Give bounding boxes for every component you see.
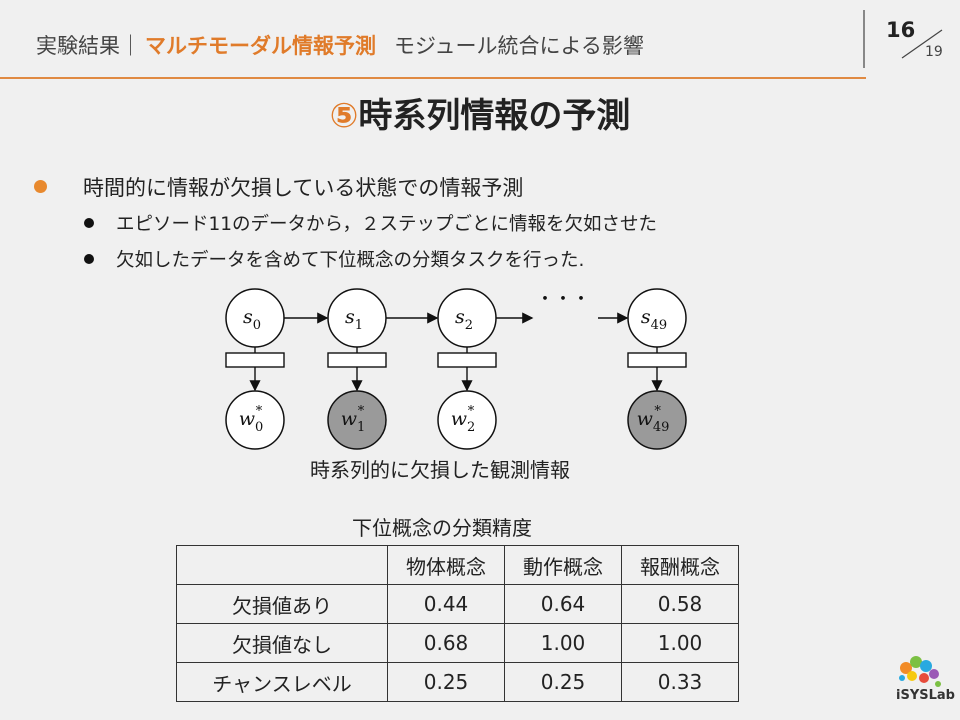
observation-node [437, 390, 497, 450]
state-label: s0 [243, 306, 261, 333]
bullet-level2: 欠如したデータを含めて下位概念の分類タスクを行った. [84, 246, 584, 272]
table-cell: 0.58 [621, 584, 739, 624]
bullet-level2-text: 欠如したデータを含めて下位概念の分類タスクを行った. [116, 250, 585, 271]
table-cell: 0.33 [621, 662, 739, 702]
state-node [327, 288, 387, 348]
emission-box [627, 352, 687, 368]
state-node [627, 288, 687, 348]
observation-node [225, 390, 285, 450]
bullet-level1: 時間的に情報が欠損している状態での情報予測 [34, 172, 523, 202]
missing-observation-node [327, 390, 387, 450]
logo-text: iSYSLab [896, 688, 955, 703]
table-cell: 0.25 [504, 662, 622, 702]
emission-box [327, 352, 387, 368]
header-vertical-divider [863, 10, 865, 68]
state-node [437, 288, 497, 348]
bullet-level2-text: エピソード11のデータから，２ステップごとに情報を欠如させた [116, 214, 657, 235]
table-title: 下位概念の分類精度 [352, 516, 532, 540]
table-cell: 0.44 [387, 584, 505, 624]
table-cell: 0.64 [504, 584, 622, 624]
diagram-caption: 時系列的に欠損した観測情報 [0, 454, 920, 483]
accuracy-table: 物体概念 動作概念 報酬概念 欠損値あり 0.44 0.64 0.58 欠損値な… [176, 545, 739, 702]
table-corner-cell [176, 545, 388, 585]
diagram-caption-text: 時系列的に欠損した観測情報 [310, 458, 570, 482]
header-prefix: 実験結果｜ [36, 34, 141, 58]
black-bullet-icon [84, 254, 94, 264]
column-header: 物体概念 [387, 545, 505, 585]
missing-observation-node [627, 390, 687, 450]
emission-box [437, 352, 497, 368]
table-cell: 1.00 [621, 623, 739, 663]
state-label: s1 [345, 306, 363, 333]
header-title: 実験結果｜ マルチモーダル情報予測 モジュール統合による影響 [36, 30, 644, 60]
ellipsis-text: ・・・ [536, 289, 590, 310]
slide-title-number: ⑤ [329, 96, 359, 136]
page-total: 19 [925, 44, 943, 60]
column-header: 動作概念 [504, 545, 622, 585]
observation-label: w1* [341, 404, 366, 435]
emission-box [225, 352, 285, 368]
row-label: 欠損値あり [176, 584, 388, 624]
header-subtitle: モジュール統合による影響 [394, 34, 644, 58]
table-cell: 0.25 [387, 662, 505, 702]
bullet-level1-text: 時間的に情報が欠損している状態での情報予測 [83, 176, 524, 200]
slide-title: ⑤時系列情報の予測 [0, 88, 960, 137]
black-bullet-icon [84, 218, 94, 228]
state-label: s49 [641, 306, 667, 333]
table-row: 欠損値なし 0.68 1.00 1.00 [176, 623, 739, 663]
column-header: 報酬概念 [621, 545, 739, 585]
row-label: 欠損値なし [176, 623, 388, 663]
table-cell: 1.00 [504, 623, 622, 663]
observation-label: w0* [239, 404, 264, 435]
state-node [225, 288, 285, 348]
orange-bullet-icon [34, 180, 47, 193]
table-row: チャンスレベル 0.25 0.25 0.33 [176, 662, 739, 702]
bullet-level2: エピソード11のデータから，２ステップごとに情報を欠如させた [84, 210, 657, 236]
slide-title-text: 時系列情報の予測 [358, 96, 631, 136]
table-row: 欠損値あり 0.44 0.64 0.58 [176, 584, 739, 624]
header-divider [0, 77, 866, 79]
observation-label: w2* [451, 404, 476, 435]
observation-label: w49* [637, 404, 670, 435]
row-label: チャンスレベル [176, 662, 388, 702]
header-accent: マルチモーダル情報予測 [145, 34, 376, 58]
state-label: s2 [455, 306, 473, 333]
table-cell: 0.68 [387, 623, 505, 663]
table-header-row: 物体概念 動作概念 報酬概念 [176, 545, 739, 585]
slide-header: 実験結果｜ マルチモーダル情報予測 モジュール統合による影響 16 19 [0, 0, 960, 79]
